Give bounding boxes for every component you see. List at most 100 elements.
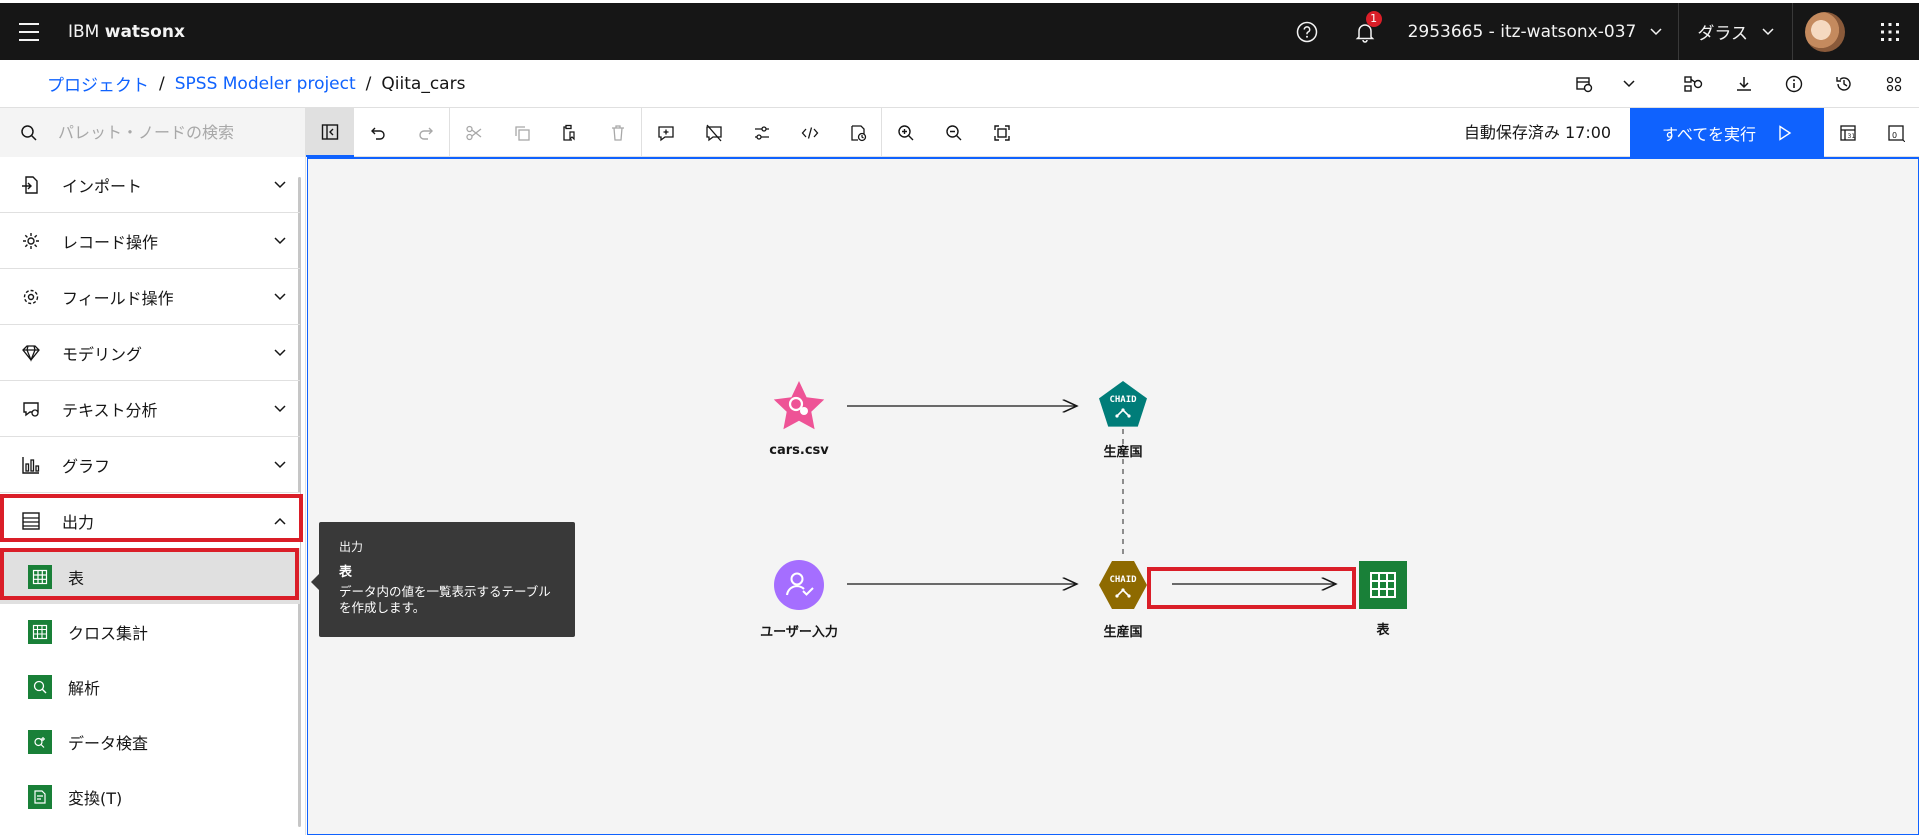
palette-node-data-audit[interactable]: データ検査 — [0, 714, 300, 769]
save-version-icon[interactable] — [834, 108, 882, 157]
tooltip-title: 表 — [339, 565, 353, 580]
palette-node-analysis[interactable]: 解析 — [0, 659, 300, 714]
palette-node-table[interactable]: 表 — [0, 549, 300, 604]
undo-icon[interactable] — [354, 108, 402, 157]
breadcrumb-project-link[interactable]: SPSS Modeler project — [175, 74, 356, 94]
breadcrumb-current: Qiita_cars — [381, 73, 466, 94]
zoom-in-icon[interactable] — [882, 108, 930, 157]
palette-node-label: クロス集計 — [68, 623, 149, 643]
breadcrumb-separator: / — [159, 73, 165, 94]
palette-category-output[interactable]: 出力 — [0, 493, 300, 549]
brand-logo[interactable]: IBM watsonx — [68, 22, 185, 42]
node-label: 生産国 — [1103, 625, 1143, 640]
text-analysis-icon — [0, 399, 62, 419]
zoom-out-icon[interactable] — [930, 108, 978, 157]
chevron-up-icon — [260, 517, 300, 525]
flow-node-user-input[interactable]: ユーザー入力 — [729, 559, 869, 640]
import-icon — [0, 175, 62, 195]
paste-icon[interactable] — [546, 108, 594, 157]
search-input[interactable] — [58, 123, 298, 142]
toggle-palette-icon[interactable] — [306, 108, 354, 157]
flow-node-cars-csv[interactable]: cars.csv — [729, 379, 869, 458]
play-icon — [1779, 124, 1792, 141]
palette-node-matrix[interactable]: クロス集計 — [0, 604, 300, 659]
notification-icon[interactable]: 1 — [1336, 3, 1394, 60]
analysis-icon — [28, 674, 52, 699]
search-icon — [0, 124, 58, 142]
chart-icon — [0, 455, 62, 475]
runtime-icon[interactable] — [1559, 60, 1609, 108]
palette-category-graphs[interactable]: グラフ — [0, 437, 300, 493]
palette-category-label: レコード操作 — [62, 232, 159, 252]
diamond-icon — [0, 343, 62, 363]
node-palette: インポート レコード操作 フィールド操作 モデリング テキスト分析 グラフ 出力… — [0, 157, 306, 835]
user-input-icon — [774, 560, 824, 610]
table-icon — [28, 564, 52, 589]
outputs-panel-icon[interactable]: 31 — [1824, 108, 1872, 157]
fit-to-screen-icon[interactable] — [978, 108, 1026, 157]
palette-node-transform[interactable]: 変換(T) — [0, 769, 300, 824]
node-label: ユーザー入力 — [760, 625, 838, 640]
chevron-down-icon — [260, 236, 300, 245]
menu-icon[interactable] — [0, 3, 58, 60]
matrix-icon — [28, 619, 52, 644]
breadcrumb-projects-link[interactable]: プロジェクト — [47, 71, 149, 96]
avatar[interactable] — [1805, 11, 1845, 52]
flow-node-chaid-model[interactable]: CHAID 生産国 — [1053, 379, 1193, 460]
properties-panel-icon[interactable]: 0 — [1872, 108, 1919, 157]
palette-node-label: 表 — [68, 568, 85, 588]
account-switcher[interactable]: 2953665 - itz-watsonx-037 — [1394, 3, 1679, 60]
history-icon[interactable] — [1819, 60, 1869, 108]
palette-category-field-ops[interactable]: フィールド操作 — [0, 269, 300, 325]
redo-icon[interactable] — [402, 108, 450, 157]
help-icon[interactable] — [1278, 3, 1336, 60]
palette-category-label: グラフ — [62, 456, 111, 476]
run-all-label: すべてを実行 — [1662, 124, 1756, 144]
code-icon[interactable] — [786, 108, 834, 157]
palette-category-label: テキスト分析 — [62, 400, 158, 420]
breadcrumb-bar: プロジェクト / SPSS Modeler project / Qiita_ca… — [0, 60, 1919, 108]
palette-category-record-ops[interactable]: レコード操作 — [0, 213, 300, 269]
breadcrumb: プロジェクト / SPSS Modeler project / Qiita_ca… — [47, 71, 466, 97]
copy-icon[interactable] — [498, 108, 546, 157]
palette-category-import[interactable]: インポート — [0, 157, 300, 213]
palette-category-text-analysis[interactable]: テキスト分析 — [0, 381, 300, 437]
record-ops-icon — [0, 231, 62, 251]
autosave-status: 自動保存済み 17:00 — [1463, 123, 1612, 142]
download-icon[interactable] — [1719, 60, 1769, 108]
settings-sliders-icon[interactable] — [738, 108, 786, 157]
notification-badge: 1 — [1365, 11, 1382, 27]
palette-node-label: データ検査 — [68, 733, 149, 753]
node-label: cars.csv — [769, 443, 829, 458]
star-source-icon — [773, 381, 825, 430]
brand-prefix: IBM — [68, 21, 100, 42]
run-all-button[interactable]: すべてを実行 — [1630, 108, 1824, 157]
hide-comments-icon[interactable] — [690, 108, 738, 157]
field-ops-icon — [0, 287, 62, 307]
cut-icon[interactable] — [450, 108, 498, 157]
info-icon[interactable] — [1769, 60, 1819, 108]
delete-icon[interactable] — [594, 108, 642, 157]
tooltip-description: データ内の値を一覧表示するテーブルを作成します。 — [339, 584, 551, 615]
chevron-down-icon — [260, 460, 300, 469]
data-audit-icon — [28, 729, 52, 754]
region-switcher[interactable]: ダラス — [1678, 3, 1793, 60]
brand-name: watsonx — [104, 21, 185, 42]
chevron-down-icon[interactable] — [1609, 60, 1649, 108]
top-header: IBM watsonx 1 2953665 - itz-watsonx-037 … — [0, 0, 1919, 60]
flow-settings-icon[interactable] — [1669, 60, 1719, 108]
flow-node-table[interactable]: 表 — [1313, 561, 1453, 638]
flow-node-chaid-nugget[interactable]: CHAID 生産国 — [1053, 559, 1193, 640]
chevron-down-icon — [260, 348, 300, 357]
chevron-down-icon — [260, 292, 300, 301]
node-label: 生産国 — [1103, 445, 1143, 460]
palette-search — [0, 108, 306, 157]
tooltip-category: 出力 — [339, 540, 364, 554]
palette-category-modeling[interactable]: モデリング — [0, 325, 300, 381]
chevron-down-icon — [260, 180, 300, 189]
add-comment-icon[interactable] — [642, 108, 690, 157]
chevron-down-icon — [1762, 27, 1774, 35]
collaborators-icon[interactable] — [1869, 60, 1919, 108]
flow-canvas[interactable]: cars.csv CHAID 生産国 ユーザー入力 CHAID 生産国 表 — [307, 157, 1919, 835]
app-switcher-icon[interactable] — [1861, 3, 1919, 60]
